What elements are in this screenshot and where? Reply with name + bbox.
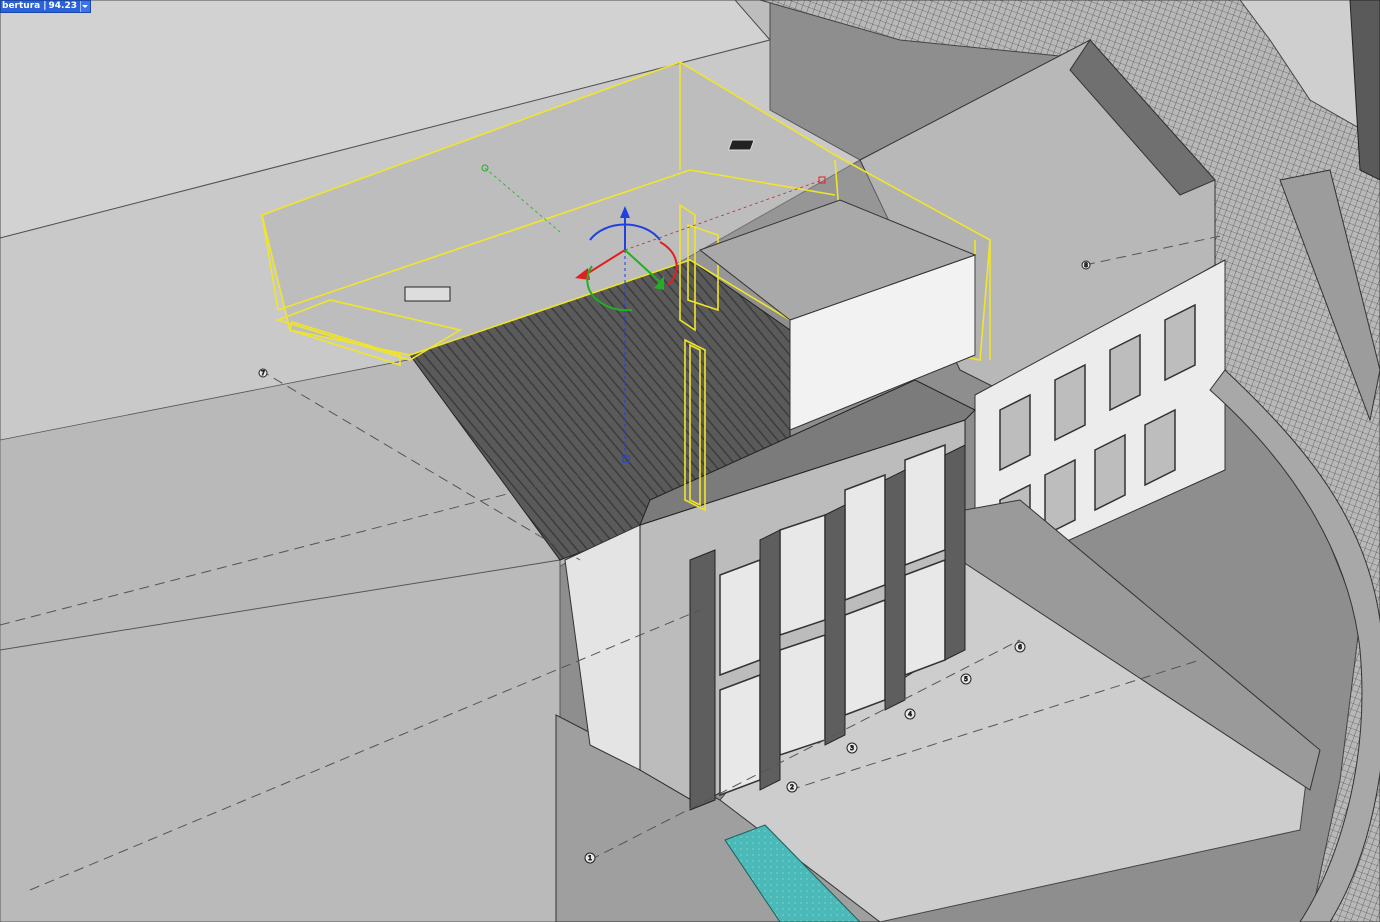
dimension-label: bertura xyxy=(2,1,41,11)
chevron-down-icon[interactable] xyxy=(79,1,90,12)
model-canvas[interactable]: 1 2 3 4 5 6 7 8 xyxy=(0,0,1380,922)
svg-text:2: 2 xyxy=(790,784,794,791)
svg-text:7: 7 xyxy=(261,370,265,377)
svg-text:8: 8 xyxy=(1084,262,1088,269)
svg-text:4: 4 xyxy=(908,711,912,718)
svg-text:5: 5 xyxy=(964,676,968,683)
dimension-value[interactable]: 94.23 xyxy=(48,1,80,12)
3d-viewport[interactable]: 1 2 3 4 5 6 7 8 bertura | 94.23 xyxy=(0,0,1380,922)
dimension-tag[interactable]: bertura | 94.23 xyxy=(0,0,91,13)
svg-text:1: 1 xyxy=(588,855,592,862)
skylight xyxy=(404,286,451,302)
roof-hatch xyxy=(727,139,755,151)
svg-text:3: 3 xyxy=(850,745,854,752)
svg-text:6: 6 xyxy=(1018,644,1022,651)
